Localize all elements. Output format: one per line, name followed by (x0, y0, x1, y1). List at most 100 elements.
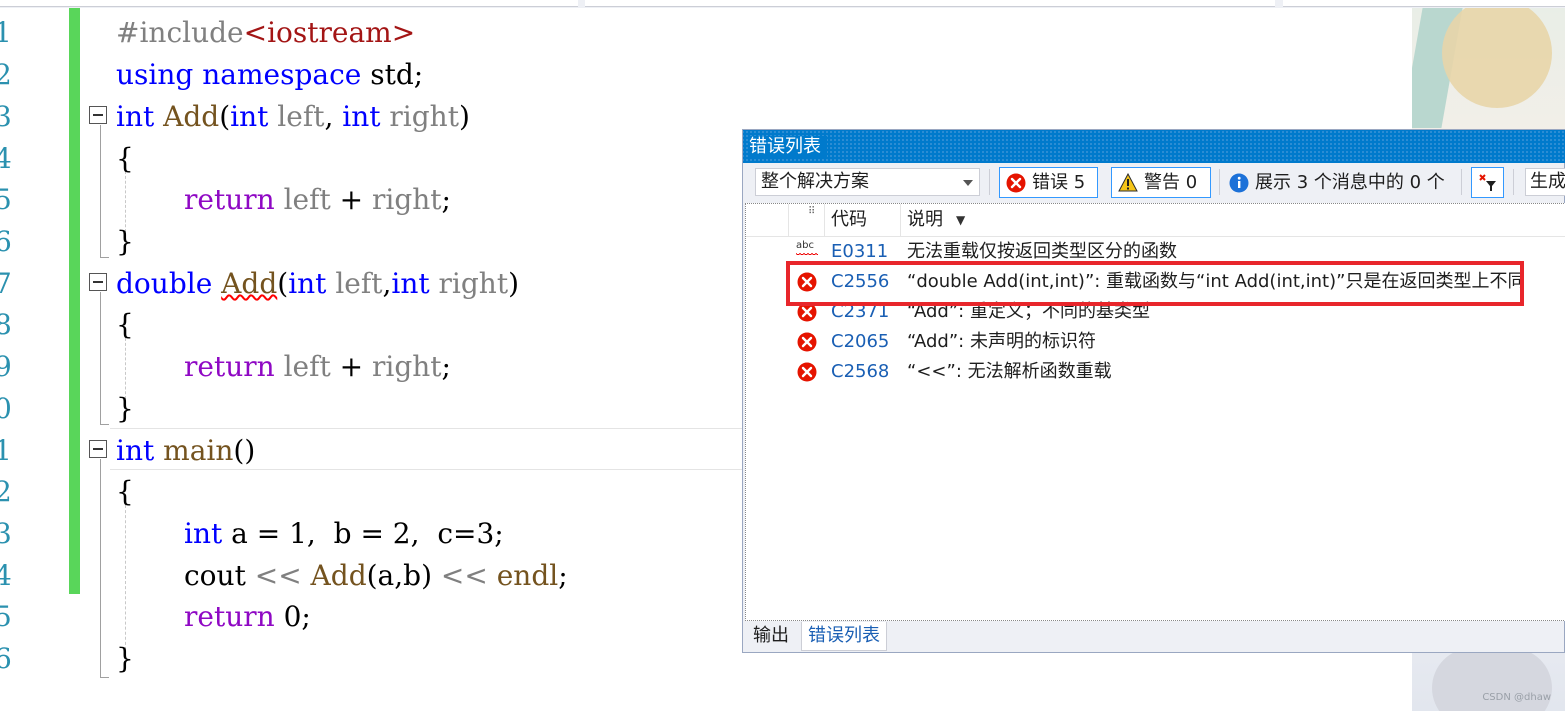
identifier: endl (487, 559, 559, 592)
error-row[interactable]: C2065 “Add”: 未声明的标识符 (746, 327, 1565, 357)
code-line-2: using namespace std; (116, 54, 423, 96)
column-header-code[interactable]: 代码 (831, 204, 867, 236)
toolbar-separator (1461, 169, 1462, 195)
build-source-value: 生成 (1530, 171, 1565, 192)
watermark: CSDN @dhaw (1482, 692, 1551, 703)
fold-end (100, 257, 109, 258)
errors-filter-button[interactable]: 错误 5 (999, 167, 1098, 198)
parameter: right (429, 267, 509, 300)
parameter: left (274, 350, 331, 383)
paren: ( (277, 267, 289, 300)
comma: , (324, 100, 343, 133)
toolbar-separator (989, 169, 990, 195)
error-list-toolbar: 整个解决方案 错误 5 警告 0 展示 3 个消息中的 0 个 生成 (743, 165, 1565, 201)
info-icon (1229, 173, 1249, 193)
line-number: 1 (0, 434, 12, 467)
collapse-icon[interactable] (89, 273, 107, 291)
line-number: 8 (0, 308, 12, 341)
indent-guide (125, 505, 126, 655)
operator: << (254, 559, 302, 592)
function-name: Add (154, 100, 220, 133)
code-line-3: int Add(int left, int right) (116, 96, 470, 138)
scope-value: 整个解决方案 (761, 171, 869, 192)
error-description: “<<”: 无法解析函数重载 (907, 361, 1112, 382)
change-tracking-bar (69, 8, 80, 594)
code-text: std; (361, 58, 424, 91)
fold-line (100, 459, 101, 677)
code-text: a = 1, b = 2, c=3; (222, 517, 504, 550)
column-separator (900, 204, 901, 236)
tab-segment[interactable] (585, 0, 1275, 7)
line-number: 7 (0, 267, 12, 300)
keyword: int (342, 100, 381, 133)
line-number: 6 (0, 225, 12, 258)
warnings-filter-button[interactable]: 警告 0 (1111, 167, 1211, 198)
line-number: 5 (0, 600, 12, 633)
errors-filter-label: 错误 5 (1032, 172, 1086, 193)
function-name: Add (301, 559, 367, 592)
drag-handle-icon[interactable]: ⠿ (808, 196, 815, 228)
code-line-9: return left + right; (184, 346, 451, 388)
toolbar-separator (1513, 169, 1514, 195)
operator: + (330, 350, 372, 383)
error-code-link[interactable]: C2065 (831, 327, 889, 357)
function-name-error[interactable]: Add (221, 267, 277, 300)
toolbar-separator (1219, 169, 1220, 195)
error-code-link[interactable]: C2568 (831, 357, 889, 387)
tab-segment[interactable] (1283, 0, 1565, 7)
paren: ) (458, 100, 470, 133)
keyword: int (184, 517, 223, 550)
line-number: 1 (0, 16, 12, 49)
keyword-return: return (184, 350, 275, 383)
parameter: left (268, 100, 325, 133)
build-source-dropdown[interactable]: 生成 (1525, 168, 1565, 196)
include-header: <iostream> (243, 16, 416, 49)
intellisense-abc-icon: abc (796, 240, 818, 256)
sort-dropdown-icon[interactable]: ▼ (956, 204, 965, 236)
semicolon: ; (441, 350, 451, 383)
column-header-description[interactable]: 说明 (907, 204, 943, 236)
scope-dropdown[interactable]: 整个解决方案 (755, 168, 980, 196)
line-number: 3 (0, 517, 12, 550)
code-line-12: { (116, 475, 134, 508)
code-line-10: } (116, 392, 134, 425)
parameter: left (326, 267, 383, 300)
paren: ( (219, 100, 231, 133)
keyword: int (288, 267, 327, 300)
decor-shape (1442, 8, 1552, 108)
messages-filter-label: 展示 3 个消息中的 0 个 (1255, 172, 1445, 193)
paren: ) (508, 267, 520, 300)
warning-icon (1118, 173, 1138, 192)
parameter: right (371, 350, 442, 383)
tab-output[interactable]: 输出 (747, 622, 795, 650)
tab-error-list[interactable]: 错误列表 (801, 622, 887, 651)
keyword: using (116, 58, 194, 91)
column-separator (824, 204, 825, 236)
editor-tab-strip (0, 0, 1565, 8)
keyword-return: return (184, 183, 275, 216)
tab-segment[interactable] (0, 0, 578, 7)
error-row[interactable]: C2568 “<<”: 无法解析函数重载 (746, 357, 1565, 387)
parameter: left (274, 183, 331, 216)
line-number: 2 (0, 58, 12, 91)
keyword: int (116, 434, 155, 467)
collapse-icon[interactable] (89, 106, 107, 124)
annotation-highlight-box (786, 261, 1524, 306)
panel-title-bar[interactable]: 错误列表 (743, 130, 1565, 163)
code-text: 0; (274, 600, 311, 633)
filter-toggle-button[interactable] (1471, 167, 1504, 198)
collapse-icon[interactable] (89, 440, 107, 458)
messages-filter-button[interactable]: 展示 3 个消息中的 0 个 (1225, 167, 1445, 198)
error-list-panel[interactable]: 错误列表 整个解决方案 错误 5 警告 0 展示 3 个消息中的 0 个 生成 … (742, 129, 1565, 653)
code-line-6: } (116, 225, 134, 258)
keyword: namespace (202, 58, 362, 91)
panel-tabs: 输出 错误列表 (745, 622, 1565, 652)
code-line-11: int main() (116, 430, 255, 472)
preprocessor-directive: #include (116, 16, 244, 49)
code-line-15: return 0; (184, 596, 311, 638)
keyword: int (116, 100, 155, 133)
code-text: (a,b) (366, 559, 441, 592)
error-description: “Add”: 未声明的标识符 (907, 331, 1096, 352)
line-number: 4 (0, 559, 12, 592)
code-line-8: { (116, 308, 134, 341)
